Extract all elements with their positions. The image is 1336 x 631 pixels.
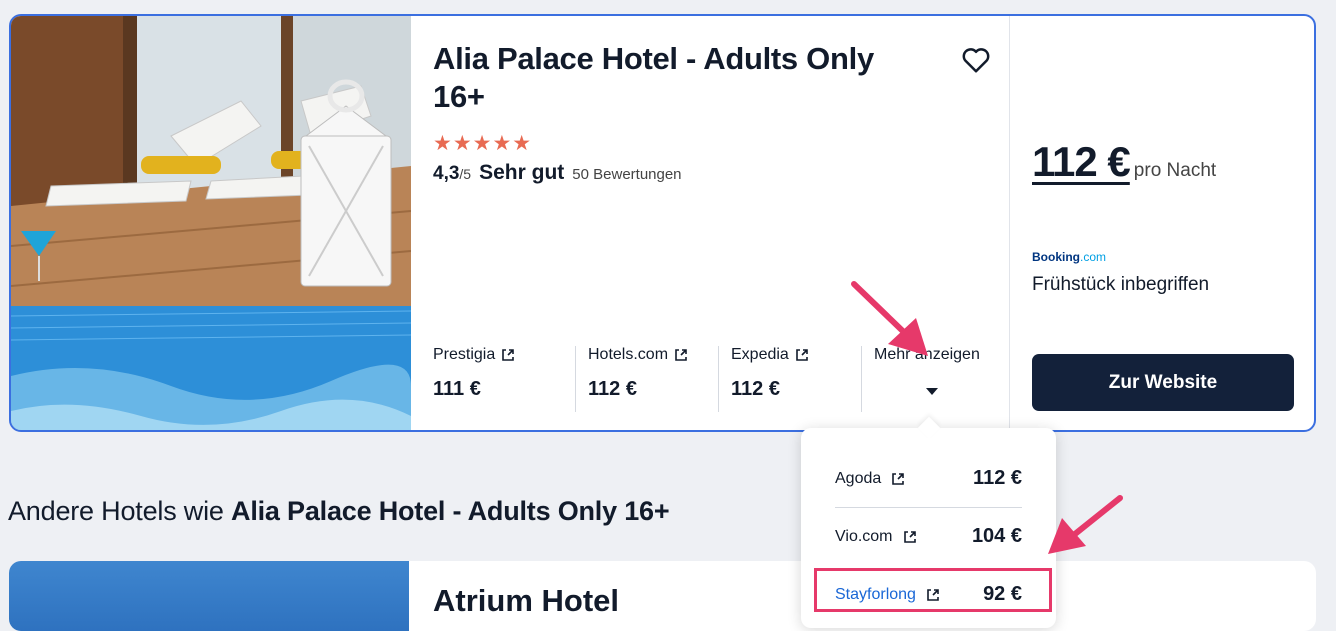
provider-hotels-com[interactable]: Hotels.com 112 € [575, 346, 716, 412]
provider-prestigia[interactable]: Prestigia 111 € [433, 346, 563, 412]
provider-name: Prestigia [433, 346, 496, 363]
other-hotels-heading: Andere Hotels wie Alia Palace Hotel - Ad… [8, 496, 670, 526]
external-link-icon [502, 349, 515, 361]
price-column: 112 € pro Nacht Booking.com Frühstück inb… [1009, 16, 1314, 430]
external-link-icon [796, 349, 808, 361]
dropdown-price: 104 € [971, 525, 1022, 547]
provider-price: 112 € [588, 378, 637, 400]
dropdown-price: 92 € [983, 583, 1022, 605]
rating-score: 4,3 [433, 163, 460, 184]
external-link-icon [892, 472, 905, 485]
dropdown-item-agoda[interactable]: Agoda 112 € [835, 450, 1022, 508]
provider-expedia[interactable]: Expedia 112 € [718, 346, 859, 412]
review-count: 50 Bewertungen [572, 166, 682, 183]
provider-price: 111 € [433, 378, 481, 400]
dropdown-price: 112 € [973, 467, 1022, 489]
hotel-photo[interactable] [11, 16, 411, 430]
provider-name: Hotels.com [588, 346, 669, 363]
hotel-title[interactable]: Alia Palace Hotel - Adults Only 16+ [433, 40, 933, 116]
caret-down-icon [926, 388, 938, 395]
review-summary[interactable]: 4,3/5 Sehr gut 50 Bewertungen [433, 161, 682, 185]
show-more-label: Mehr anzeigen [874, 346, 980, 363]
more-providers-dropdown: Agoda 112 € Vio.com 104 € Stayforlong 92… [801, 428, 1056, 628]
provider-prices: Prestigia 111 € Hotels.com 112 € Expedia… [433, 346, 1008, 412]
hotel-card: Alia Palace Hotel - Adults Only 16+ ★★★★… [9, 14, 1316, 432]
main-price-amount: 112 € [1032, 138, 1131, 185]
external-link-icon [675, 349, 687, 361]
rating-label: Sehr gut [479, 161, 565, 184]
main-price: 112 € pro Nacht [1032, 138, 1216, 186]
provider-name: Expedia [731, 346, 789, 363]
dropdown-item-vio[interactable]: Vio.com 104 € [835, 508, 1022, 565]
rating-scale: /5 [459, 166, 472, 182]
show-more-button[interactable]: Mehr anzeigen [861, 346, 1009, 412]
website-button[interactable]: Zur Website [1032, 354, 1294, 411]
favorite-heart-icon[interactable] [961, 46, 991, 74]
provider-price: 112 € [731, 378, 780, 400]
breakfast-included: Frühstück inbegriffen [1032, 274, 1210, 295]
dropdown-item-stayforlong[interactable]: Stayforlong 92 € [835, 566, 1022, 623]
external-link-icon [927, 588, 939, 601]
next-hotel-card[interactable]: Atrium Hotel [9, 561, 1316, 631]
booking-logo: Booking.com [1032, 250, 1107, 264]
external-link-icon [903, 530, 916, 543]
next-hotel-photo [9, 561, 409, 631]
price-unit: pro Nacht [1133, 160, 1217, 181]
star-rating: ★★★★★ [433, 132, 533, 155]
hotel-info: Alia Palace Hotel - Adults Only 16+ ★★★★… [433, 16, 1008, 430]
